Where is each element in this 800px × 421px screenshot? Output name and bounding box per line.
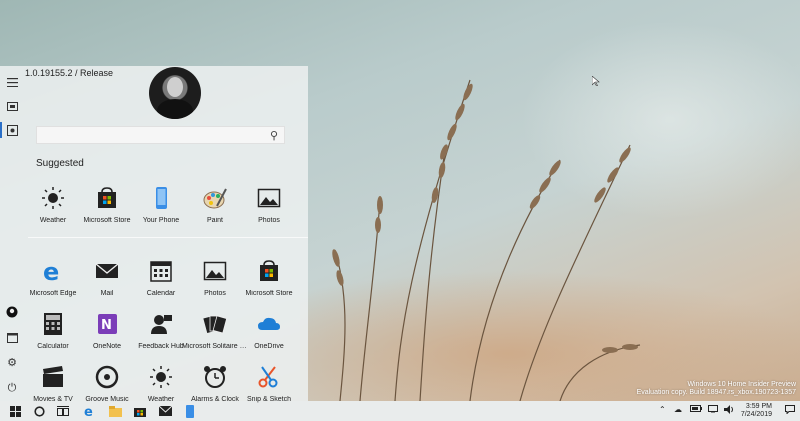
watermark-line2: Evaluation copy. Build 18947.rs_xbox.190…	[636, 389, 796, 396]
app-tile-microsoft-edge[interactable]: e Microsoft Edge	[26, 258, 80, 304]
sun-icon	[148, 364, 174, 390]
photo-icon	[256, 185, 282, 211]
settings-gear-icon[interactable]: ⚙	[6, 356, 18, 369]
clock-time: 3:59 PM	[745, 403, 772, 410]
app-tile-snip-sketch[interactable]: Snip & Sketch	[242, 364, 296, 410]
app-tile-photos-2[interactable]: Photos	[188, 258, 242, 304]
clock-date: 7/24/2019	[740, 411, 772, 418]
app-tile-microsoft-store-2[interactable]: Microsoft Store	[242, 258, 296, 304]
app-tile-microsoft-store[interactable]: Microsoft Store	[80, 185, 134, 231]
rail-selection-indicator	[0, 122, 2, 138]
edge-icon: e	[40, 258, 66, 284]
power-icon[interactable]: ⏻	[6, 382, 18, 394]
groove-icon	[94, 364, 120, 390]
battery-icon[interactable]	[690, 405, 702, 414]
app-tile-movies-tv[interactable]: Movies & TV	[26, 364, 80, 410]
app-tile-calendar[interactable]: Calendar	[134, 258, 188, 304]
svg-text:N: N	[101, 318, 112, 333]
user-avatar[interactable]	[149, 67, 201, 119]
volume-icon[interactable]	[724, 405, 734, 416]
onenote-icon: N	[94, 311, 120, 337]
tile-label: Microsoft Store	[245, 290, 293, 297]
user-account-icon[interactable]	[6, 306, 18, 318]
cards-icon	[202, 311, 228, 337]
phone-icon	[148, 185, 174, 211]
clapper-icon	[40, 364, 66, 390]
app-tile-your-phone[interactable]: Your Phone	[134, 185, 188, 231]
onedrive-tray-icon[interactable]: ☁	[674, 405, 682, 414]
tile-label: Snip & Sketch	[247, 396, 291, 403]
mouse-cursor-icon	[592, 76, 600, 86]
calendar-icon	[148, 258, 174, 284]
windows-start-icon[interactable]	[8, 404, 22, 418]
alarm-icon	[202, 364, 228, 390]
calculator-icon	[40, 311, 66, 337]
search-input[interactable]: ⚲	[36, 126, 285, 144]
start-rail: ⚙ ⏻	[0, 66, 24, 401]
build-watermark: Windows 10 Home Insider Preview Evaluati…	[637, 381, 796, 397]
app-tile-onenote[interactable]: N OneNote	[80, 311, 134, 357]
sun-icon	[40, 185, 66, 211]
chevron-up-icon[interactable]: ⌃	[659, 405, 666, 414]
app-tile-alarms-clock[interactable]: Alarms & Clock	[188, 364, 242, 410]
scissors-icon	[256, 364, 282, 390]
app-tile-weather-2[interactable]: Weather	[134, 364, 188, 410]
app-tile-microsoft-solitaire[interactable]: Microsoft Solitaire Collection	[182, 311, 248, 357]
app-tile-calculator[interactable]: Calculator	[26, 311, 80, 357]
app-tile-feedback-hub[interactable]: Feedback Hub	[134, 311, 188, 357]
section-divider	[28, 237, 308, 238]
documents-icon[interactable]	[6, 332, 18, 344]
store-bag-icon	[94, 185, 120, 211]
search-icon[interactable]: ⚲	[270, 129, 278, 142]
cloud-icon	[256, 311, 282, 337]
app-tile-photos[interactable]: Photos	[242, 185, 296, 231]
watermark-line1: Windows 10 Home Insider Preview	[687, 381, 796, 388]
tile-label: Photos	[258, 217, 280, 224]
app-tile-groove-music[interactable]: Groove Music	[80, 364, 134, 410]
photo-icon	[202, 258, 228, 284]
app-tile-weather[interactable]: Weather	[26, 185, 80, 231]
mail-icon	[94, 258, 120, 284]
app-tile-paint[interactable]: Paint	[188, 185, 242, 231]
palette-icon	[202, 185, 228, 211]
system-clock[interactable]: 3:59 PM 7/24/2019	[741, 403, 772, 419]
hamburger-menu-icon[interactable]	[6, 76, 18, 88]
tile-label: OneDrive	[254, 343, 284, 350]
store-bag-icon	[256, 258, 282, 284]
app-tile-mail[interactable]: Mail	[80, 258, 134, 304]
network-icon[interactable]	[708, 405, 718, 415]
avatar-head	[167, 77, 183, 97]
all-apps-icon[interactable]	[6, 100, 18, 112]
avatar-body	[157, 99, 193, 119]
suggested-heading: Suggested	[36, 158, 84, 169]
app-tile-onedrive[interactable]: OneDrive	[242, 311, 296, 357]
version-label: 1.0.19155.2 / Release	[25, 68, 114, 78]
svg-text:e: e	[43, 259, 59, 283]
action-center-icon[interactable]	[785, 405, 795, 416]
tiles-icon[interactable]	[6, 124, 18, 136]
feedback-icon	[148, 311, 174, 337]
